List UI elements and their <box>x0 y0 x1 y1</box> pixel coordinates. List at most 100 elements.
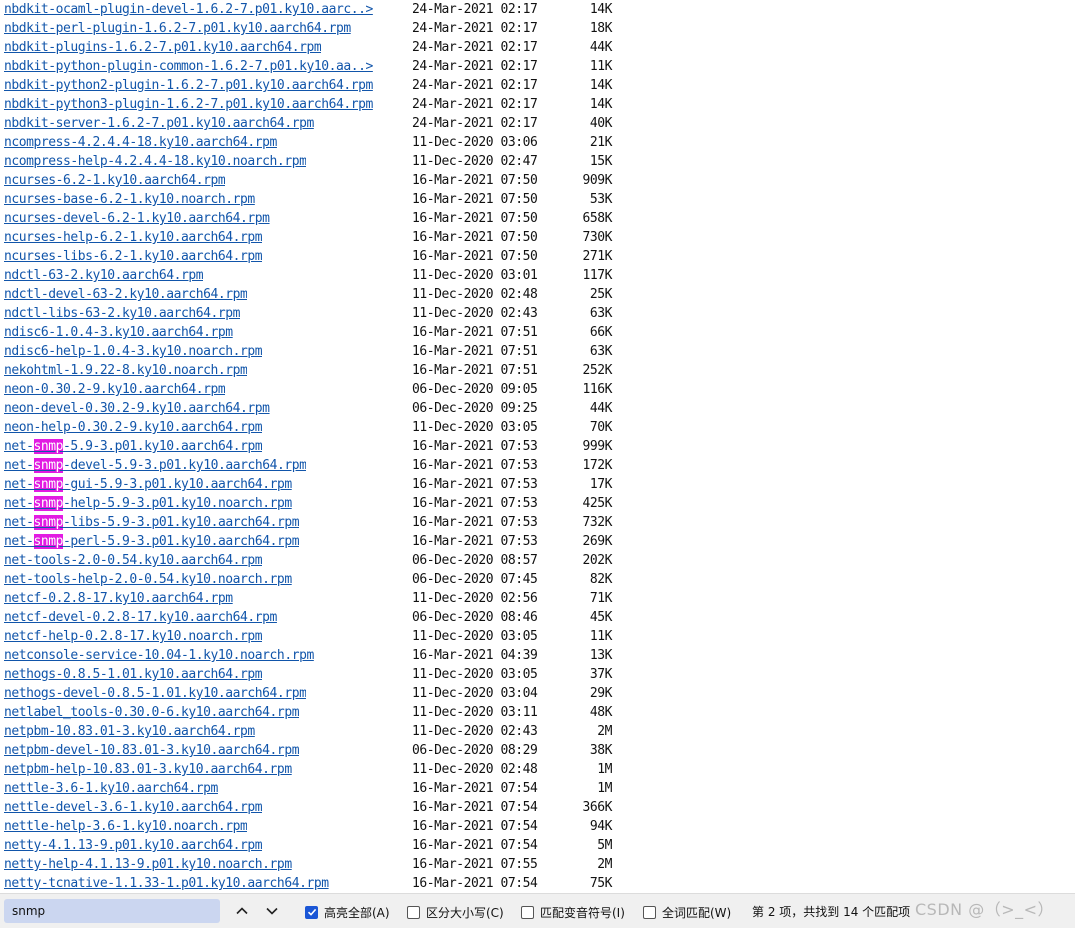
match-case-checkbox[interactable] <box>407 905 420 919</box>
listing-row: nbdkit-python-plugin-common-1.6.2-7.p01.… <box>0 57 640 76</box>
file-link[interactable]: nbdkit-python2-plugin-1.6.2-7.p01.ky10.a… <box>4 76 373 95</box>
find-next-button[interactable] <box>262 901 282 921</box>
file-link[interactable]: neon-help-0.30.2-9.ky10.aarch64.rpm <box>4 418 262 437</box>
search-match-highlight: snmp <box>33 515 64 530</box>
listing-row: nethogs-devel-0.8.5-1.01.ky10.aarch64.rp… <box>0 684 640 703</box>
whole-words-checkbox[interactable] <box>643 905 656 919</box>
file-size: 82K <box>589 572 613 587</box>
file-link[interactable]: net-snmp-perl-5.9-3.p01.ky10.aarch64.rpm <box>4 532 299 551</box>
file-link[interactable]: ndisc6-help-1.0.4-3.ky10.noarch.rpm <box>4 342 262 361</box>
file-name-text: ncompress-help-4.2.4.4-18.ky10.noarch.rp… <box>4 154 307 169</box>
file-link[interactable]: neon-devel-0.30.2-9.ky10.aarch64.rpm <box>4 399 270 418</box>
file-link[interactable]: nettle-devel-3.6-1.ky10.aarch64.rpm <box>4 798 262 817</box>
find-bar: 高亮全部(A) 区分大小写(C) 匹配变音符号(I) 全词匹配(W) 第 2 项… <box>0 893 1075 928</box>
file-link[interactable]: nbdkit-python-plugin-common-1.6.2-7.p01.… <box>4 57 373 76</box>
file-link[interactable]: net-snmp-5.9-3.p01.ky10.aarch64.rpm <box>4 437 262 456</box>
file-link[interactable]: netpbm-devel-10.83.01-3.ky10.aarch64.rpm <box>4 741 299 760</box>
file-link[interactable]: ncurses-libs-6.2-1.ky10.aarch64.rpm <box>4 247 262 266</box>
file-date: 11-Dec-2020 03:01 <box>412 268 538 283</box>
file-link[interactable]: netcf-devel-0.2.8-17.ky10.aarch64.rpm <box>4 608 277 627</box>
listing-row: ndisc6-1.0.4-3.ky10.aarch64.rpm 16-Mar-20… <box>0 323 640 342</box>
listing-row: net-snmp-devel-5.9-3.p01.ky10.aarch64.rp… <box>0 456 640 475</box>
file-name-text: neon-0.30.2-9.ky10.aarch64.rpm <box>4 382 226 397</box>
file-link[interactable]: netcf-help-0.2.8-17.ky10.noarch.rpm <box>4 627 262 646</box>
file-link[interactable]: nethogs-devel-0.8.5-1.01.ky10.aarch64.rp… <box>4 684 306 703</box>
file-date: 06-Dec-2020 07:45 <box>412 572 538 587</box>
file-link[interactable]: ncurses-devel-6.2-1.ky10.aarch64.rpm <box>4 209 270 228</box>
file-name-text: ndisc6-help-1.0.4-3.ky10.noarch.rpm <box>4 344 263 359</box>
file-name-text: net-tools-help-2.0-0.54.ky10.noarch.rpm <box>4 572 292 587</box>
file-link[interactable]: net-tools-2.0-0.54.ky10.aarch64.rpm <box>4 551 262 570</box>
highlight-all-checkbox[interactable] <box>305 905 318 919</box>
file-date: 16-Mar-2021 07:53 <box>412 496 538 511</box>
file-date: 06-Dec-2020 09:25 <box>412 401 538 416</box>
file-link[interactable]: netpbm-help-10.83.01-3.ky10.aarch64.rpm <box>4 760 292 779</box>
file-size: 999K <box>582 439 612 454</box>
file-link[interactable]: ncurses-6.2-1.ky10.aarch64.rpm <box>4 171 225 190</box>
file-link[interactable]: netpbm-10.83.01-3.ky10.aarch64.rpm <box>4 722 255 741</box>
whole-words-option[interactable]: 全词匹配(W) <box>643 903 731 921</box>
listing-row: ncurses-devel-6.2-1.ky10.aarch64.rpm 16-M… <box>0 209 640 228</box>
file-link[interactable]: netty-4.1.13-9.p01.ky10.aarch64.rpm <box>4 836 262 855</box>
file-link[interactable]: nbdkit-perl-plugin-1.6.2-7.p01.ky10.aarc… <box>4 19 351 38</box>
file-link[interactable]: ndisc6-1.0.4-3.ky10.aarch64.rpm <box>4 323 233 342</box>
find-input[interactable] <box>4 899 220 923</box>
file-name-text: netcf-help-0.2.8-17.ky10.noarch.rpm <box>4 629 263 644</box>
listing-row: ndctl-devel-63-2.ky10.aarch64.rpm 11-Dec-… <box>0 285 640 304</box>
file-date: 16-Mar-2021 07:53 <box>412 439 538 454</box>
file-link[interactable]: net-tools-help-2.0-0.54.ky10.noarch.rpm <box>4 570 292 589</box>
file-date: 11-Dec-2020 03:06 <box>412 135 538 150</box>
file-link[interactable]: net-snmp-help-5.9-3.p01.ky10.noarch.rpm <box>4 494 292 513</box>
file-link[interactable]: net-snmp-libs-5.9-3.p01.ky10.aarch64.rpm <box>4 513 299 532</box>
file-date: 16-Mar-2021 07:51 <box>412 344 538 359</box>
file-link[interactable]: nbdkit-server-1.6.2-7.p01.ky10.aarch64.r… <box>4 114 314 133</box>
checkmark-icon <box>307 908 316 916</box>
file-link[interactable]: netcf-0.2.8-17.ky10.aarch64.rpm <box>4 589 233 608</box>
match-diacritics-option[interactable]: 匹配变音符号(I) <box>521 903 625 921</box>
listing-row: netcf-help-0.2.8-17.ky10.noarch.rpm 11-De… <box>0 627 640 646</box>
file-name-text: -libs-5.9-3.p01.ky10.aarch64.rpm <box>63 515 300 530</box>
file-link[interactable]: ndctl-devel-63-2.ky10.aarch64.rpm <box>4 285 247 304</box>
file-link[interactable]: neon-0.30.2-9.ky10.aarch64.rpm <box>4 380 225 399</box>
file-link[interactable]: ncurses-base-6.2-1.ky10.noarch.rpm <box>4 190 255 209</box>
listing-row: netty-tcnative-1.1.33-1.p01.ky10.aarch64… <box>0 874 640 893</box>
file-link[interactable]: nbdkit-python3-plugin-1.6.2-7.p01.ky10.a… <box>4 95 373 114</box>
file-link[interactable]: netconsole-service-10.04-1.ky10.noarch.r… <box>4 646 314 665</box>
match-diacritics-checkbox[interactable] <box>521 905 534 919</box>
file-name-text: net- <box>4 439 34 454</box>
file-date: 24-Mar-2021 02:17 <box>412 40 538 55</box>
file-size: 66K <box>589 325 613 340</box>
file-link[interactable]: nettle-help-3.6-1.ky10.noarch.rpm <box>4 817 247 836</box>
file-link[interactable]: netty-tcnative-1.1.33-1.p01.ky10.aarch64… <box>4 874 329 893</box>
file-link[interactable]: netty-help-4.1.13-9.p01.ky10.noarch.rpm <box>4 855 292 874</box>
file-size: 21K <box>589 135 613 150</box>
listing-row: ncurses-6.2-1.ky10.aarch64.rpm 16-Mar-202… <box>0 171 640 190</box>
file-link[interactable]: ncompress-4.2.4.4-18.ky10.aarch64.rpm <box>4 133 277 152</box>
search-match-highlight: snmp <box>33 439 64 454</box>
file-link[interactable]: nethogs-0.8.5-1.01.ky10.aarch64.rpm <box>4 665 262 684</box>
file-size: 116K <box>582 382 612 397</box>
file-link[interactable]: nbdkit-plugins-1.6.2-7.p01.ky10.aarch64.… <box>4 38 321 57</box>
file-size: 14K <box>589 78 613 93</box>
file-link[interactable]: ndctl-63-2.ky10.aarch64.rpm <box>4 266 203 285</box>
file-link[interactable]: net-snmp-devel-5.9-3.p01.ky10.aarch64.rp… <box>4 456 306 475</box>
file-link[interactable]: ncompress-help-4.2.4.4-18.ky10.noarch.rp… <box>4 152 306 171</box>
file-date: 16-Mar-2021 07:54 <box>412 819 538 834</box>
file-link[interactable]: ndctl-libs-63-2.ky10.aarch64.rpm <box>4 304 240 323</box>
file-date: 24-Mar-2021 02:17 <box>412 59 538 74</box>
listing-row: ncurses-base-6.2-1.ky10.noarch.rpm 16-Mar… <box>0 190 640 209</box>
file-name-text: netpbm-devel-10.83.01-3.ky10.aarch64.rpm <box>4 743 300 758</box>
listing-row: ndctl-63-2.ky10.aarch64.rpm 11-Dec-2020 0… <box>0 266 640 285</box>
file-link[interactable]: net-snmp-gui-5.9-3.p01.ky10.aarch64.rpm <box>4 475 292 494</box>
file-link[interactable]: nekohtml-1.9.22-8.ky10.noarch.rpm <box>4 361 247 380</box>
file-size: 63K <box>589 344 613 359</box>
file-link[interactable]: ncurses-help-6.2-1.ky10.aarch64.rpm <box>4 228 262 247</box>
highlight-all-option[interactable]: 高亮全部(A) <box>305 903 390 921</box>
file-link[interactable]: netlabel_tools-0.30.0-6.ky10.aarch64.rpm <box>4 703 299 722</box>
file-link[interactable]: nettle-3.6-1.ky10.aarch64.rpm <box>4 779 218 798</box>
file-size: 53K <box>589 192 613 207</box>
file-name-text: nbdkit-server-1.6.2-7.p01.ky10.aarch64.r… <box>4 116 314 131</box>
match-case-option[interactable]: 区分大小写(C) <box>407 903 504 921</box>
find-previous-button[interactable] <box>232 901 252 921</box>
file-link[interactable]: nbdkit-ocaml-plugin-devel-1.6.2-7.p01.ky… <box>4 0 373 19</box>
